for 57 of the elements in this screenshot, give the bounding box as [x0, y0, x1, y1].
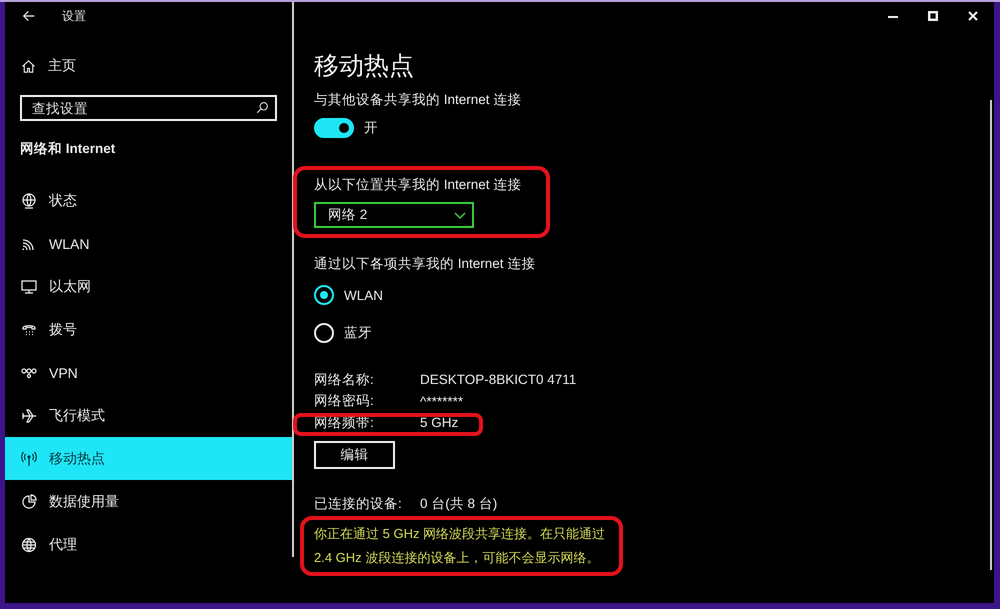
globe-icon [21, 536, 37, 552]
sidebar-item[interactable]: 拨号 [5, 308, 292, 351]
sidebar-item-label: 飞行模式 [49, 406, 105, 424]
sidebar-item[interactable]: 状态 [5, 179, 292, 222]
sidebar-item[interactable]: WLAN [5, 222, 292, 265]
home-icon [21, 58, 36, 74]
sidebar-item[interactable]: 飞行模式 [5, 394, 292, 437]
source-label: 从以下位置共享我的 Internet 连接 [314, 176, 522, 194]
scrollbar[interactable] [990, 100, 992, 570]
radio-label: WLAN [344, 288, 384, 302]
antenna-icon [21, 450, 37, 466]
sidebar-item-label: 移动热点 [49, 450, 105, 468]
network-dropdown[interactable]: 网络 2 [314, 202, 474, 228]
dropdown-value: 网络 2 [328, 206, 368, 224]
maximize-icon [928, 11, 938, 21]
home-label: 主页 [48, 57, 76, 75]
radio-button[interactable] [314, 285, 334, 305]
radio-label: 蓝牙 [344, 324, 372, 342]
toggle-switch[interactable] [314, 118, 354, 138]
property-label: 网络名称: [314, 370, 375, 389]
sidebar-item[interactable]: 代理 [5, 523, 292, 566]
connected-label: 已连接的设备: [314, 495, 403, 513]
property-label: 网络密码: [314, 392, 375, 410]
home-link[interactable]: 主页 [5, 46, 292, 86]
property-value: 5 GHz [420, 415, 458, 430]
sidebar-item-label: WLAN [49, 236, 90, 252]
sidebar-item-label: 拨号 [49, 320, 77, 338]
edit-button[interactable]: 编辑 [314, 441, 395, 469]
share-over-label: 通过以下各项共享我的 Internet 连接 [314, 255, 536, 273]
search-field[interactable]: 查找设置 [20, 95, 277, 121]
share-label: 与其他设备共享我的 Internet 连接 [314, 91, 522, 109]
sidebar-item[interactable]: VPN [5, 351, 292, 394]
section-title: 网络和 Internet [20, 140, 116, 158]
toggle-state-text: 开 [364, 119, 378, 137]
airplane-icon [21, 408, 37, 424]
radio-button[interactable] [314, 323, 334, 343]
sidebar-item-label: 以太网 [49, 278, 91, 296]
sidebar-item[interactable]: 移动热点 [5, 437, 292, 480]
pie-chart-icon [21, 494, 37, 510]
close-icon [968, 11, 978, 21]
page-title: 移动热点 [314, 51, 414, 82]
property-value: DESKTOP-8BKICT0 4711 [420, 372, 576, 388]
sidebar-item-label: 代理 [49, 536, 77, 554]
sidebar-item[interactable]: 以太网 [5, 265, 292, 308]
search-icon [256, 101, 269, 114]
monitor-icon [21, 278, 37, 294]
sidebar-item-label: 数据使用量 [49, 492, 119, 510]
connected-value: 0 台(共 8 台) [420, 495, 498, 513]
window-title: 设置 [62, 8, 86, 24]
scrollbar[interactable] [292, 2, 294, 557]
sidebar-item-label: 状态 [49, 192, 77, 210]
sidebar-item-label: VPN [49, 364, 78, 380]
sidebar-item[interactable]: 数据使用量 [5, 480, 292, 523]
note-text: 你正在通过 5 GHz 网络波段共享连接。在只能通过 2.4 GHz 波段连接的设备上，可能不会显示网络。 [314, 525, 606, 567]
globe-icon [21, 192, 37, 208]
arrow-left-icon [23, 10, 35, 22]
property-value: ^******* [420, 394, 464, 409]
